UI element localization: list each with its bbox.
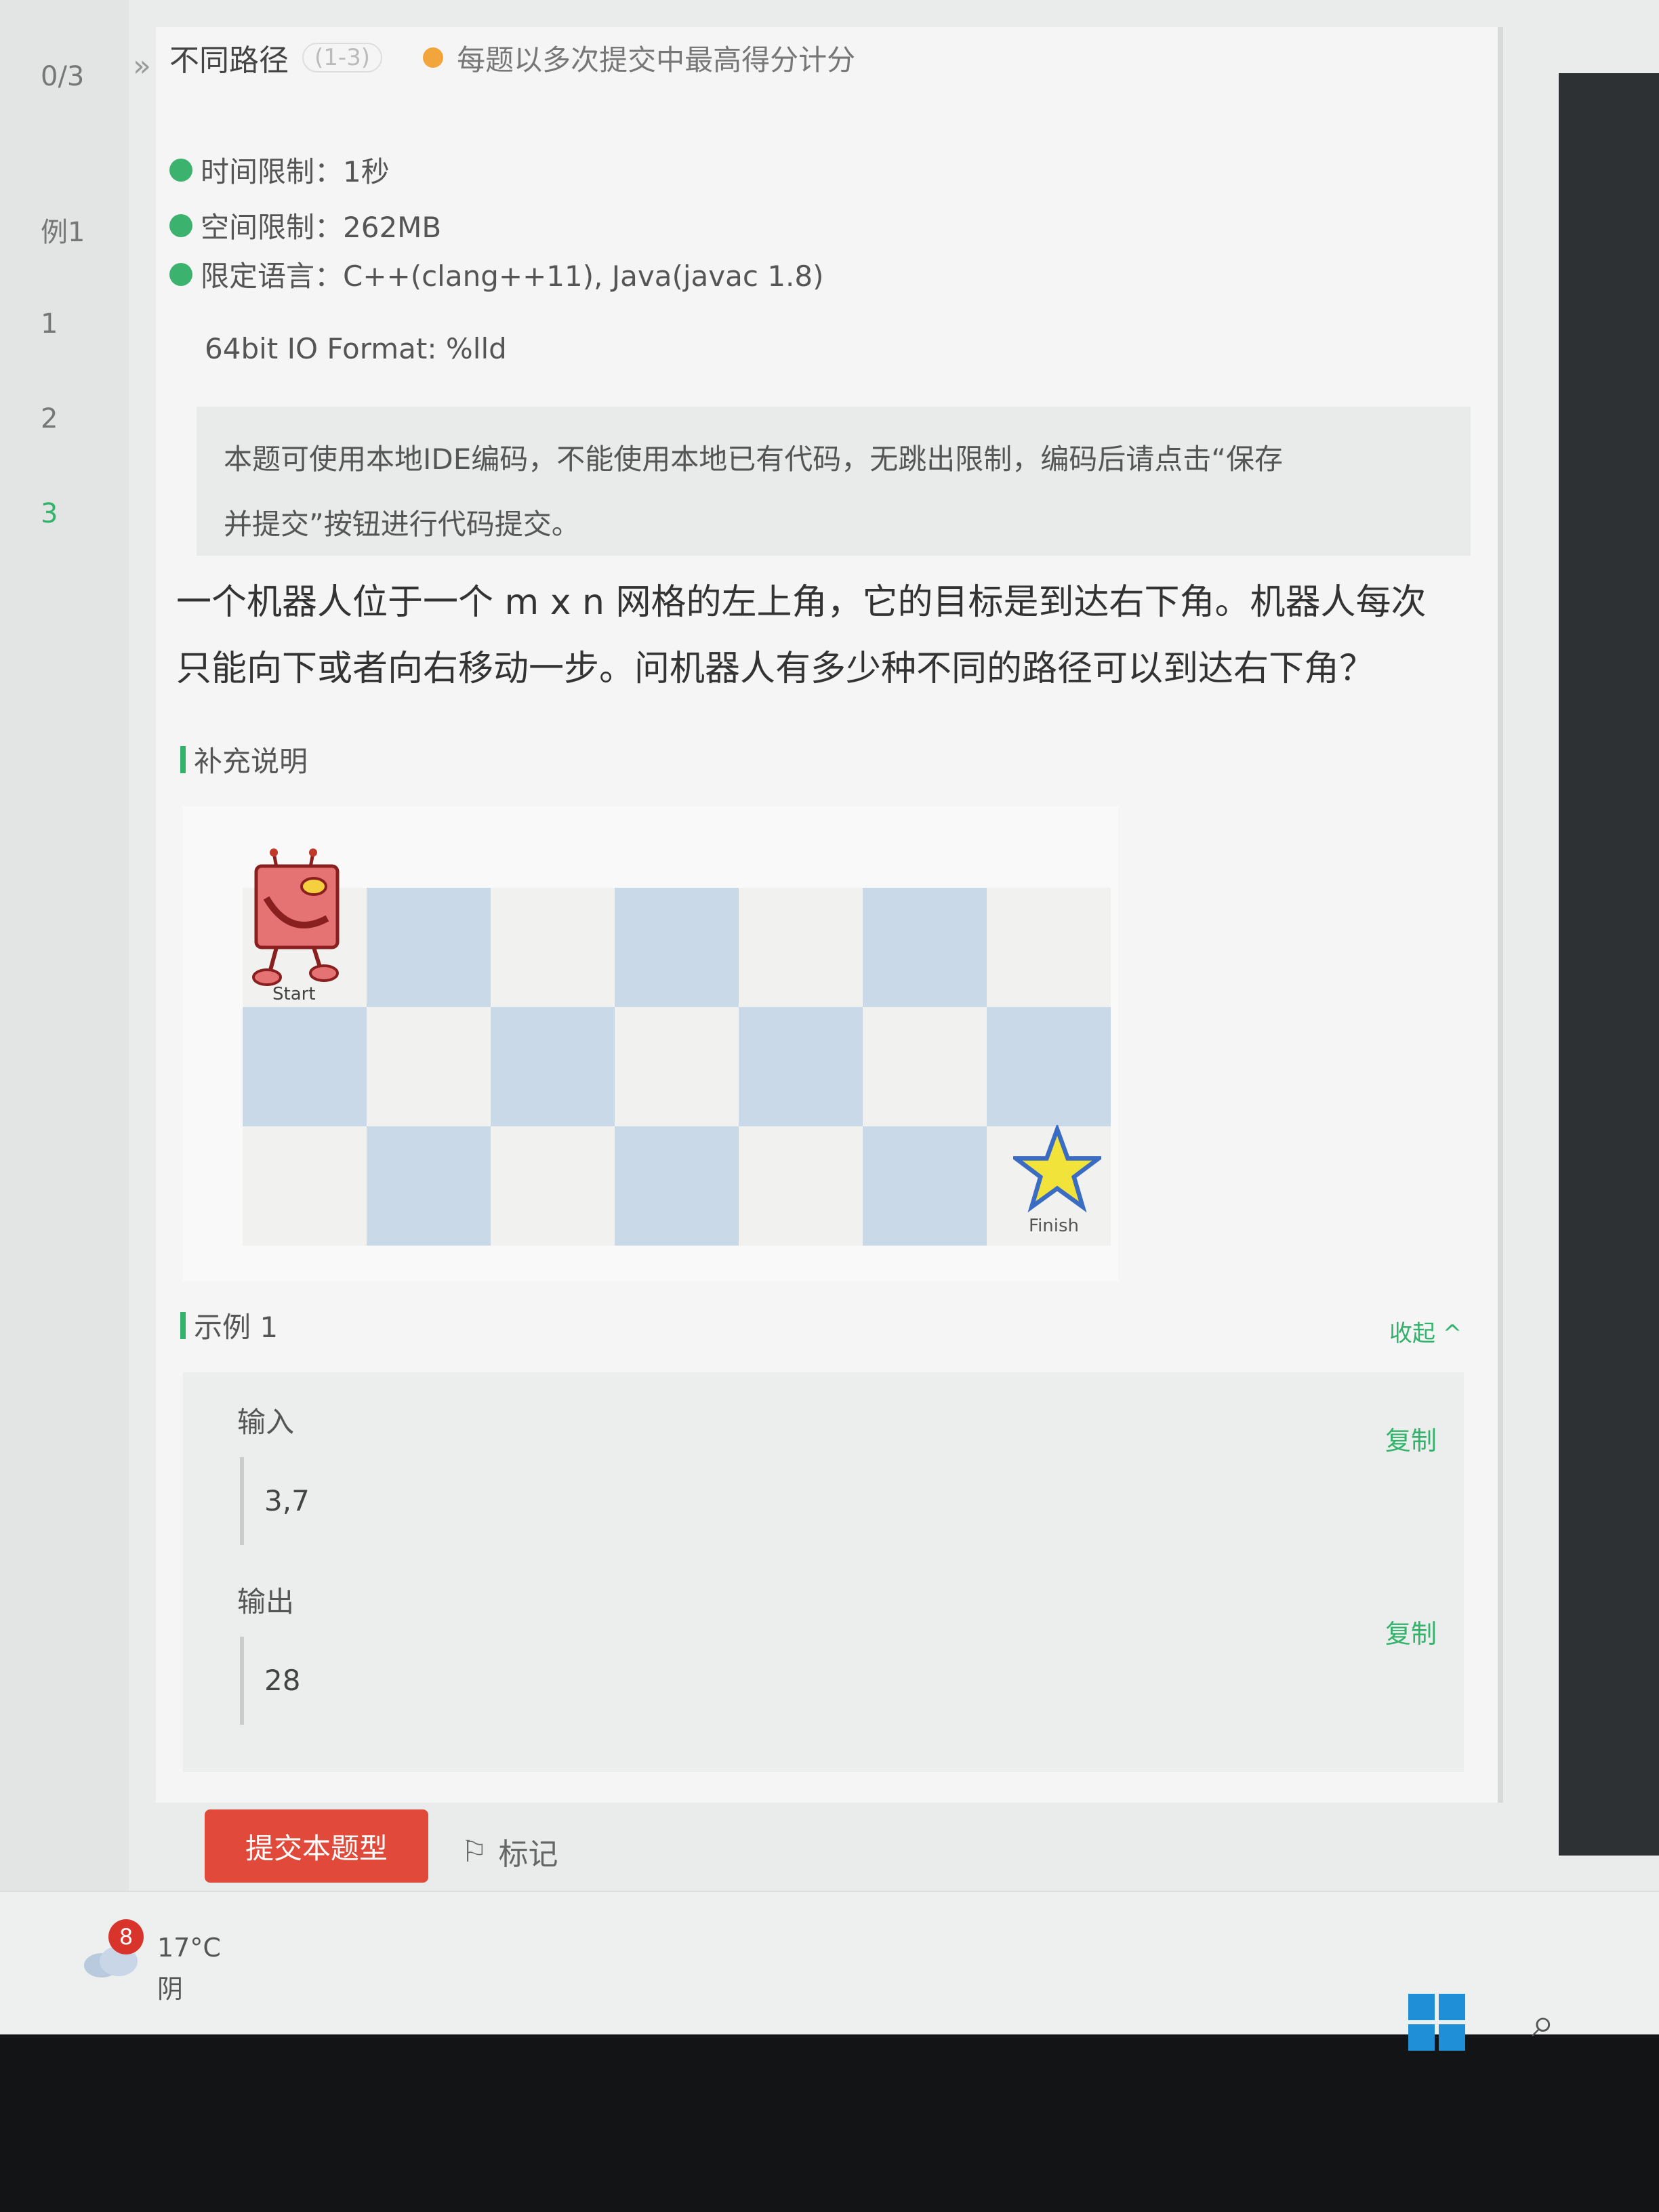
- flag-label: 标记: [498, 1837, 558, 1872]
- windows-start-icon[interactable]: [1408, 1994, 1465, 2051]
- grid-cell: [739, 1126, 863, 1246]
- grid-cell: [863, 1007, 987, 1126]
- supplement-heading: 补充说明: [180, 739, 308, 780]
- flag-button[interactable]: ⚐ 标记: [461, 1830, 558, 1873]
- input-value: 3,7: [240, 1457, 1446, 1545]
- score-note: 每题以多次提交中最高得分计分: [457, 43, 856, 77]
- collapse-icon[interactable]: »: [133, 49, 151, 83]
- code-icon: [169, 262, 192, 286]
- input-label: 输入: [237, 1406, 295, 1439]
- memory-limit: 空间限制：262MB: [169, 205, 441, 246]
- grid-illustration: Start Finish: [183, 806, 1118, 1281]
- grid-cell: [739, 888, 863, 1007]
- grid-cell: [863, 888, 987, 1007]
- clock-icon: [169, 158, 192, 182]
- output-label: 输出: [237, 1585, 295, 1618]
- copy-input-button[interactable]: 复制: [1385, 1420, 1437, 1457]
- title-row: 不同路径 (1-3) 每题以多次提交中最高得分计分: [169, 27, 855, 88]
- robot-icon: [252, 848, 340, 986]
- question-nav: 0/3 例1 1 2 3: [0, 0, 129, 1898]
- taskbar: 8 17°C 阴 ⌕: [0, 1891, 1659, 2051]
- ide-notice: 本题可使用本地IDE编码，不能使用本地已有代码，无跳出限制，编码后请点击“保存 …: [197, 407, 1471, 556]
- flag-icon: ⚐: [461, 1834, 488, 1869]
- star-icon: [1013, 1125, 1101, 1213]
- submit-button[interactable]: 提交本题型: [205, 1809, 428, 1883]
- grid-cell: [491, 888, 615, 1007]
- weather-condition: 阴: [157, 1974, 184, 2004]
- section-bar-icon: [180, 745, 186, 773]
- grid-cell: [863, 1126, 987, 1246]
- side-panel: [1559, 73, 1659, 1856]
- search-icon[interactable]: ⌕: [1532, 1999, 1555, 2047]
- nav-item-1[interactable]: 1: [41, 308, 58, 340]
- grid-cell: [243, 1126, 367, 1246]
- collapse-example-link[interactable]: 收起 ^: [1389, 1315, 1462, 1348]
- grid-cell: [987, 1007, 1111, 1126]
- description-line-1: 一个机器人位于一个 m x n 网格的左上角，它的目标是到达右下角。机器人每次: [176, 582, 1427, 623]
- time-limit-text: 时间限制：1秒: [201, 155, 390, 188]
- score-dot-icon: [423, 47, 444, 68]
- time-limit: 时间限制：1秒: [169, 149, 390, 190]
- grid-cell: [243, 1007, 367, 1126]
- memory-icon: [169, 213, 192, 237]
- grid-cell: [739, 1007, 863, 1126]
- output-value: 28: [240, 1637, 1446, 1725]
- description-line-2: 只能向下或者向右移动一步。问机器人有多少种不同的路径可以到达右下角？: [176, 649, 1375, 689]
- screen: 0/3 例1 1 2 3 » 不同路径 (1-3) 每题以多次提交中最高得分计分…: [0, 0, 1659, 2051]
- example-box: 输入 复制 3,7 输出 复制 28: [183, 1372, 1464, 1772]
- example-heading-text: 示例 1: [194, 1311, 279, 1344]
- nav-item-example[interactable]: 例1: [41, 210, 85, 249]
- grid-cell: [615, 1126, 739, 1246]
- grid-cell: [367, 888, 491, 1007]
- grid-cell: [987, 888, 1111, 1007]
- problem-panel: 不同路径 (1-3) 每题以多次提交中最高得分计分 时间限制：1秒 空间限制：2…: [156, 27, 1503, 1803]
- start-label: Start: [272, 984, 316, 1004]
- difficulty-badge: (1-3): [302, 43, 383, 73]
- memory-limit-text: 空间限制：262MB: [201, 211, 442, 244]
- notification-badge: 8: [108, 1919, 144, 1954]
- grid-cell: [491, 1126, 615, 1246]
- notice-line-1: 本题可使用本地IDE编码，不能使用本地已有代码，无跳出限制，编码后请点击“保存: [224, 443, 1284, 476]
- finish-label: Finish: [1029, 1216, 1080, 1236]
- temperature[interactable]: 17°C: [157, 1933, 221, 1963]
- language-limit: 限定语言：C++(clang++11), Java(javac 1.8): [169, 253, 824, 295]
- example-heading: 示例 1: [180, 1305, 278, 1346]
- nav-item-2[interactable]: 2: [41, 403, 58, 434]
- io-format: 64bit IO Format: %lld: [205, 332, 507, 365]
- grid: [243, 888, 1111, 1246]
- supplement-heading-text: 补充说明: [194, 745, 308, 778]
- grid-cell: [491, 1007, 615, 1126]
- notice-line-2: 并提交”按钮进行代码提交。: [224, 508, 580, 541]
- progress-count: 0/3: [41, 61, 85, 92]
- language-limit-text: 限定语言：C++(clang++11), Java(javac 1.8): [201, 260, 824, 293]
- grid-cell: [367, 1007, 491, 1126]
- grid-cell: [615, 888, 739, 1007]
- problem-title: 不同路径: [169, 43, 289, 78]
- section-bar-icon: [180, 1311, 186, 1339]
- nav-item-3[interactable]: 3: [41, 498, 58, 529]
- problem-description: 一个机器人位于一个 m x n 网格的左上角，它的目标是到达右下角。机器人每次 …: [176, 569, 1464, 702]
- grid-cell: [615, 1007, 739, 1126]
- grid-cell: [367, 1126, 491, 1246]
